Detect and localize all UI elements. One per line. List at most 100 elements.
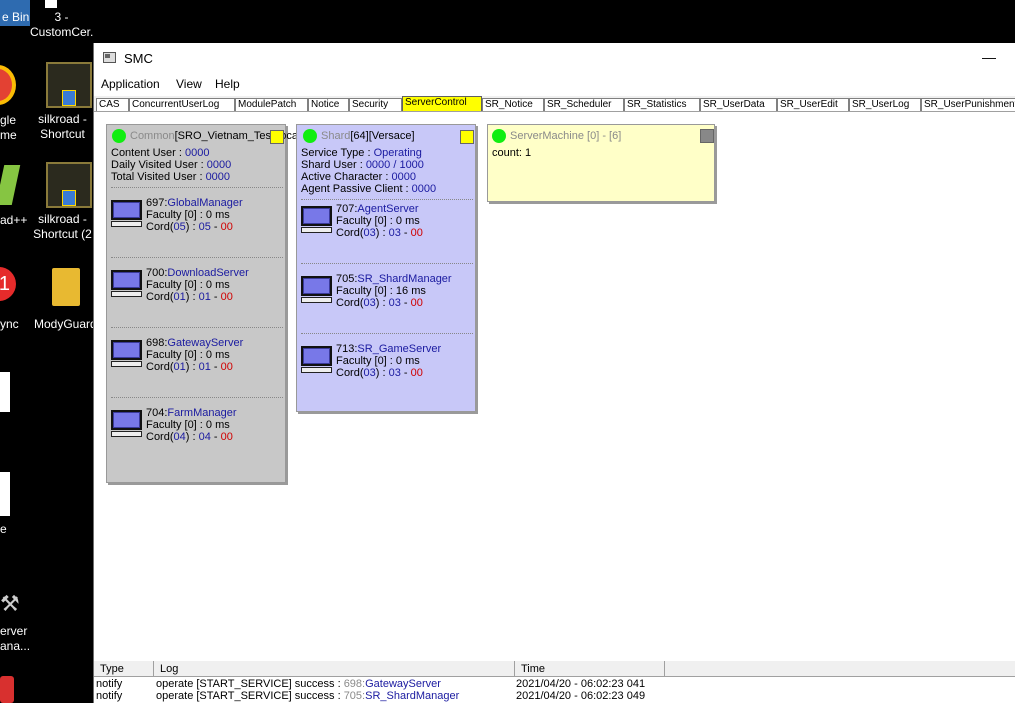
tab-sr-userdata[interactable]: SR_UserData [700,98,777,111]
minimize-button[interactable]: — [979,47,999,67]
service-type-line: Service Type : Operating [301,147,422,159]
server-faculty: Faculty [0] : 0 ms [146,279,230,291]
menu-bar: Application View Help [94,74,1015,94]
tab-sr-statistics[interactable]: SR_Statistics [624,98,700,111]
cord-value: 03 [388,297,401,309]
app-icon[interactable] [0,676,14,703]
notepadpp-shortcut[interactable]: ad++ [0,165,30,230]
server-manager-shortcut[interactable]: ⚒ erver ana... [0,572,30,657]
desktop-label: e Bin [2,10,30,24]
tab-notice[interactable]: Notice [308,98,349,111]
server-machine-panel[interactable]: ServerMachine [0] - [6] count: 1 [487,124,715,202]
column-log[interactable]: Log [154,661,515,677]
server-entry[interactable]: 707:AgentServer Faculty [0] : 0 ms Cord(… [301,203,473,243]
title-bar[interactable]: SMC — [94,43,1015,73]
cord-label: Cord( [336,227,364,239]
file-icon[interactable] [0,472,10,516]
monitor-icon [301,346,332,373]
sync-shortcut[interactable]: 1 ync [0,265,30,335]
window-title: SMC [124,51,153,66]
log-row[interactable]: notify operate [START_SERVICE] success :… [94,678,1015,690]
chrome-shortcut[interactable]: gle me [0,60,30,145]
tab-sr-useredit[interactable]: SR_UserEdit [777,98,849,111]
server-name: DownloadServer [167,267,249,279]
log-server-name: SR_ShardManager [365,690,460,702]
log-entry: operate [START_SERVICE] success : 705:SR… [156,690,459,702]
menu-view[interactable]: View [176,77,202,91]
flag-icon[interactable] [460,130,474,144]
cord-value: 00 [410,227,423,239]
shard-header: Shard[64][Versace] [321,130,415,142]
cord-value: 00 [220,361,233,373]
server-entry[interactable]: 705:SR_ShardManager Faculty [0] : 16 ms … [301,273,473,313]
desktop-label: e [0,522,7,536]
cord-label: ) : [185,291,199,303]
server-entry[interactable]: 697:GlobalManager Faculty [0] : 0 ms Cor… [111,197,283,237]
desktop-label: ana... [0,639,30,653]
total-user-line: Total Visited User : 0000 [111,171,230,183]
desktop-label: 3 - [54,10,69,24]
tab-concurrentuserlog[interactable]: ConcurrentUserLog [129,98,235,111]
monitor-icon [301,206,332,233]
cord-value: 00 [220,221,233,233]
monitor-icon [301,276,332,303]
tab-sr-notice[interactable]: SR_Notice [482,98,544,111]
column-time[interactable]: Time [515,661,665,677]
server-text: 698:GatewayServer Faculty [0] : 0 ms Cor… [146,337,243,373]
file-shortcut[interactable]: e [0,522,30,542]
server-entry[interactable]: 704:FarmManager Faculty [0] : 0 ms Cord(… [111,407,283,447]
shard-panel[interactable]: Shard[64][Versace] Service Type : Operat… [296,124,476,412]
tab-security[interactable]: Security [349,98,402,111]
separator [301,333,473,334]
shortcut-icon [45,0,57,8]
info-value: 0000 / 1000 [365,159,424,171]
server-entry[interactable]: 700:DownloadServer Faculty [0] : 0 ms Co… [111,267,283,307]
status-indicator-icon [112,129,126,143]
cord-label: Cord( [146,431,174,443]
server-id: 705: [336,273,358,285]
log-server-id: 698: [343,678,366,690]
menu-application[interactable]: Application [101,77,160,91]
tab-sr-scheduler[interactable]: SR_Scheduler [544,98,624,111]
recycle-bin-shortcut[interactable]: e Bin [0,0,30,26]
cord-value: 01 [198,361,211,373]
monitor-icon [111,270,142,297]
tab-cas[interactable]: CAS [96,98,129,111]
tab-sr-userlog[interactable]: SR_UserLog [849,98,921,111]
server-text: 705:SR_ShardManager Faculty [0] : 16 ms … [336,273,452,309]
cord-value: 05 [173,221,186,233]
log-row[interactable]: notify operate [START_SERVICE] success :… [94,690,1015,702]
silkroad-shortcut-2[interactable]: silkroad - Shortcut (2 [32,162,93,247]
tab-servercontrol[interactable]: ServerControl [402,96,482,111]
flag-icon[interactable] [270,130,284,144]
notepadpp-icon [0,165,21,205]
daily-user-line: Daily Visited User : 0000 [111,159,231,171]
desktop-label: gle [0,113,17,127]
server-text: 700:DownloadServer Faculty [0] : 0 ms Co… [146,267,249,303]
server-entry[interactable]: 713:SR_GameServer Faculty [0] : 0 ms Cor… [301,343,473,383]
server-entry[interactable]: 698:GatewayServer Faculty [0] : 0 ms Cor… [111,337,283,377]
modyguard-folder[interactable]: ModyGuard [32,268,93,338]
cord-label: Cord( [146,361,174,373]
server-canvas: Common[SRO_Vietnam_TestLocal Content Use… [94,113,1015,660]
info-value: 0000 [206,159,232,171]
status-indicator-icon [303,129,317,143]
tab-modulepatch[interactable]: ModulePatch [235,98,308,111]
flag-icon[interactable] [700,129,714,143]
server-id: 700: [146,267,168,279]
cord-label: - [210,431,221,443]
separator [111,327,283,328]
smc-window: SMC — Application View Help CAS Concurre… [93,43,1015,703]
column-type[interactable]: Type [94,661,154,677]
log-time: 2021/04/20 - 06:02:23 049 [516,690,646,702]
desktop-top-area [93,0,1015,43]
tab-sr-userpunishment[interactable]: SR_UserPunishment [921,98,1015,111]
cord-label: - [210,291,221,303]
common-panel[interactable]: Common[SRO_Vietnam_TestLocal Content Use… [106,124,300,483]
cord-value: 00 [220,431,233,443]
silkroad-shortcut[interactable]: silkroad - Shortcut [32,62,93,147]
menu-help[interactable]: Help [215,77,240,91]
file-icon[interactable] [0,372,10,412]
server-faculty: Faculty [0] : 0 ms [146,419,230,431]
cord-label: ) : [185,431,199,443]
